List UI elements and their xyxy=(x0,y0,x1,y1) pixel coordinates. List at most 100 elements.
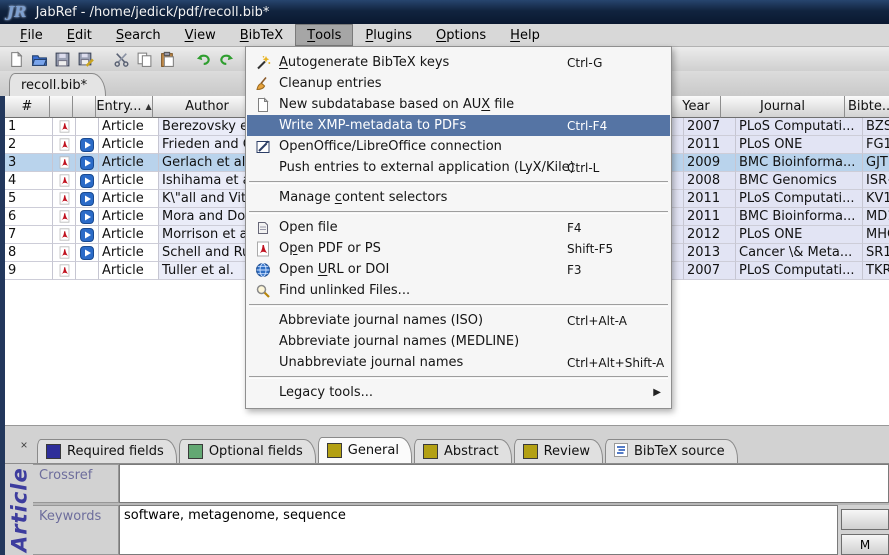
pdf-file-icon[interactable] xyxy=(53,118,76,136)
cell-year: 2013 xyxy=(684,244,736,262)
menu-item-push-entries-to-external-application-lyx-kile[interactable]: Push entries to external application (Ly… xyxy=(247,157,670,178)
field-type-marker-icon xyxy=(523,444,538,459)
menu-item-openoffice-libreoffice-connection[interactable]: OpenOffice/LibreOffice connection xyxy=(247,136,670,157)
cell-type: Article xyxy=(99,118,159,136)
pdf-file-icon[interactable] xyxy=(53,154,76,172)
menu-item-abbreviate-journal-names-iso[interactable]: Abbreviate journal names (ISO)Ctrl+Alt-A xyxy=(247,310,670,331)
file-tab-label: recoll.bib* xyxy=(21,78,87,93)
cell-year: 2009 xyxy=(684,154,736,172)
menu-view[interactable]: View xyxy=(173,24,228,46)
menu-item-manage-content-selectors[interactable]: Manage content selectors xyxy=(247,187,670,208)
pdf-file-icon[interactable] xyxy=(53,136,76,154)
tab-bibtex-source[interactable]: BibTeX source xyxy=(605,439,738,463)
keywords-side-button-2[interactable]: M xyxy=(841,534,889,555)
entry-editor-body: Article CrossrefKeywordsM xyxy=(5,463,889,555)
tab-optional-fields[interactable]: Optional fields xyxy=(179,439,316,463)
menu-item-cleanup-entries[interactable]: Cleanup entries xyxy=(247,73,670,94)
menu-item-legacy-tools[interactable]: Legacy tools...▶ xyxy=(247,382,670,403)
cut-icon[interactable] xyxy=(111,49,131,69)
menu-help[interactable]: Help xyxy=(498,24,552,46)
window-title: JabRef - /home/jedick/pdf/recoll.bib* xyxy=(36,5,270,20)
pdf-file-icon[interactable] xyxy=(53,262,76,280)
field-label-keywords: Keywords xyxy=(33,505,119,555)
pdf-file-icon[interactable] xyxy=(53,172,76,190)
open-file-icon xyxy=(252,219,273,236)
field-label-crossref: Crossref xyxy=(33,464,119,503)
menu-search[interactable]: Search xyxy=(104,24,173,46)
new-page-icon xyxy=(252,96,273,113)
pdf-file-icon[interactable] xyxy=(53,190,76,208)
cell-year: 2011 xyxy=(684,136,736,154)
entry-editor-close-button[interactable]: × xyxy=(14,437,34,453)
menu-item-find-unlinked-files[interactable]: Find unlinked Files... xyxy=(247,280,670,301)
cell-bibtexkey: KV11 xyxy=(863,190,889,208)
cell-bibtexkey: MHG... xyxy=(863,226,889,244)
entry-editor: × Required fields Optional fields GeneralA… xyxy=(5,432,889,555)
menu-plugins[interactable]: Plugins xyxy=(353,24,424,46)
tab-review[interactable]: Review xyxy=(514,439,603,463)
menu-bibtex[interactable]: BibTeX xyxy=(228,24,295,46)
url-link-icon[interactable] xyxy=(76,244,99,262)
cell-type: Article xyxy=(99,244,159,262)
redo-icon[interactable] xyxy=(216,49,236,69)
column-header-journal[interactable]: Journal xyxy=(721,96,845,118)
url-link-icon[interactable] xyxy=(76,172,99,190)
url-link-icon[interactable] xyxy=(76,136,99,154)
url-link-icon[interactable] xyxy=(76,154,99,172)
pdf-file-icon[interactable] xyxy=(53,226,76,244)
crossref-input[interactable] xyxy=(119,464,889,503)
column-header-num[interactable]: # xyxy=(5,96,50,118)
file-tab-recoll[interactable]: recoll.bib* xyxy=(9,73,106,97)
menu-item-autogenerate-bibtex-keys[interactable]: Autogenerate BibTeX keysCtrl-G xyxy=(247,52,670,73)
save-as-icon[interactable] xyxy=(75,49,95,69)
cell-journal: Cancer \& Meta... xyxy=(736,244,863,262)
undo-icon[interactable] xyxy=(193,49,213,69)
paste-icon[interactable] xyxy=(157,49,177,69)
new-database-icon[interactable] xyxy=(6,49,26,69)
menu-tools[interactable]: Tools xyxy=(295,24,353,46)
cell-type: Article xyxy=(99,172,159,190)
menu-item-new-subdatabase-based-on-aux-file[interactable]: New subdatabase based on AUX file xyxy=(247,94,670,115)
menu-item-label: Open file xyxy=(279,220,338,235)
tab-abstract[interactable]: Abstract xyxy=(414,439,512,463)
menu-separator xyxy=(249,376,668,379)
cell-journal: PLoS ONE xyxy=(736,136,863,154)
menu-file[interactable]: File xyxy=(8,24,55,46)
column-header-url[interactable] xyxy=(73,96,96,118)
url-link-icon[interactable] xyxy=(76,208,99,226)
menu-item-shortcut: F4 xyxy=(567,221,582,235)
tab-label: Optional fields xyxy=(209,444,303,459)
save-database-icon[interactable] xyxy=(52,49,72,69)
pdf-file-icon[interactable] xyxy=(53,208,76,226)
menu-item-open-file[interactable]: Open file F4 xyxy=(247,217,670,238)
menu-item-open-pdf-or-ps[interactable]: Open PDF or PSShift-F5 xyxy=(247,238,670,259)
column-header-bibtexkey[interactable]: Bibte... xyxy=(845,96,889,118)
cell-bibtexkey: SR13 xyxy=(863,244,889,262)
column-header-year[interactable]: Year xyxy=(672,96,721,118)
tools-menu-popup: Autogenerate BibTeX keysCtrl-G Cleanup en… xyxy=(245,46,672,409)
menu-item-abbreviate-journal-names-medline[interactable]: Abbreviate journal names (MEDLINE) xyxy=(247,331,670,352)
url-link-icon[interactable] xyxy=(76,226,99,244)
column-header-pdf[interactable] xyxy=(50,96,73,118)
keywords-input[interactable] xyxy=(119,505,838,555)
column-header-type[interactable]: Entry...▲ xyxy=(96,96,153,118)
cell-num: 6 xyxy=(5,208,53,226)
menu-item-label: Unabbreviate journal names xyxy=(279,355,463,370)
menu-item-unabbreviate-journal-names[interactable]: Unabbreviate journal namesCtrl+Alt+Shift… xyxy=(247,352,670,373)
cell-journal: PLoS Computati... xyxy=(736,118,863,136)
url-link-icon[interactable] xyxy=(76,190,99,208)
field-row-keywords: Keywords M xyxy=(33,505,889,555)
menu-bar: FileEditSearchViewBibTeXToolsPluginsOpti… xyxy=(0,24,889,47)
menu-options[interactable]: Options xyxy=(424,24,498,46)
tab-required-fields[interactable]: Required fields xyxy=(37,439,177,463)
field-type-marker-icon xyxy=(423,444,438,459)
tab-general[interactable]: General xyxy=(318,437,412,463)
pdf-file-icon[interactable] xyxy=(53,244,76,262)
menu-item-write-xmp-metadata-to-pdfs[interactable]: Write XMP-metadata to PDFsCtrl-F4 xyxy=(247,115,670,136)
menu-edit[interactable]: Edit xyxy=(55,24,104,46)
open-database-icon[interactable] xyxy=(29,49,49,69)
menu-item-label: Cleanup entries xyxy=(279,76,382,91)
keywords-side-button-1[interactable] xyxy=(841,509,889,530)
copy-icon[interactable] xyxy=(134,49,154,69)
menu-item-open-url-or-doi[interactable]: Open URL or DOIF3 xyxy=(247,259,670,280)
